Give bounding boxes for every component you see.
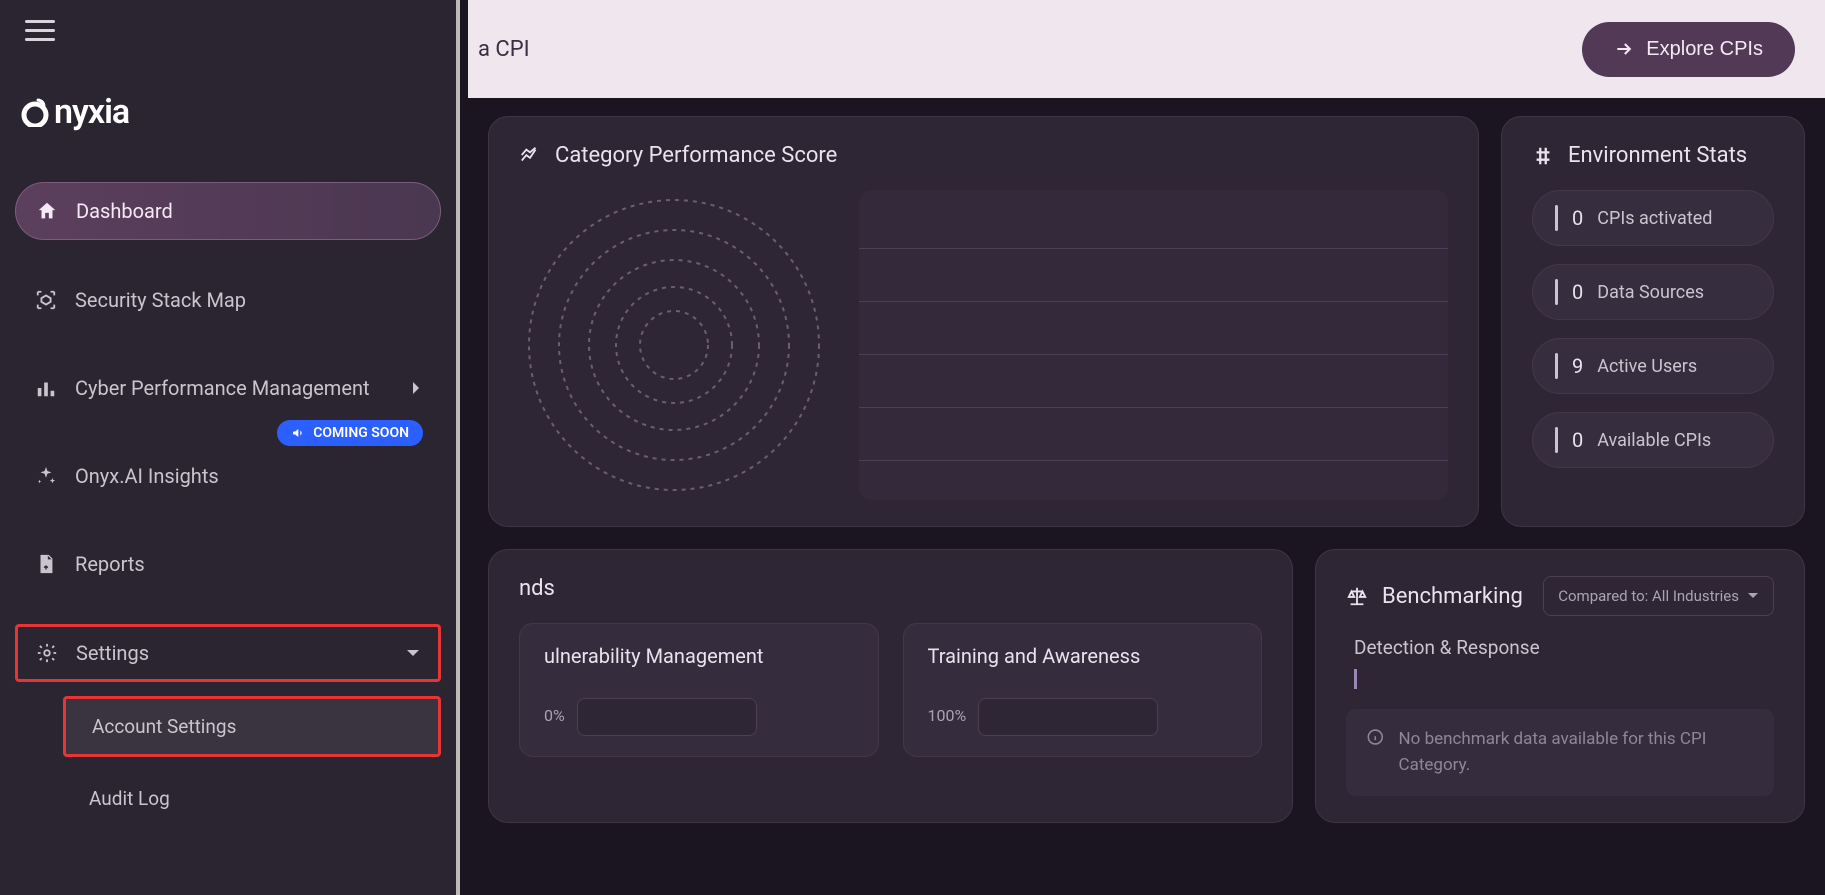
card-title: Benchmarking xyxy=(1346,584,1523,609)
stat-available-cpis[interactable]: 0 Available CPIs xyxy=(1532,412,1774,468)
top-bar-text: a CPI xyxy=(478,37,530,62)
explore-cpis-button[interactable]: Explore CPIs xyxy=(1582,22,1795,77)
environment-stats-card: Environment Stats 0 CPIs activated 0 Dat… xyxy=(1501,116,1805,527)
sidebar-item-dashboard[interactable]: Dashboard xyxy=(15,182,441,240)
sidebar-item-label: Onyx.AI Insights xyxy=(75,464,219,488)
benchmark-compare-dropdown[interactable]: Compared to: All Industries xyxy=(1543,576,1774,616)
sidebar-item-cyber-performance[interactable]: Cyber Performance Management xyxy=(15,360,441,416)
logo-text: nyxia xyxy=(54,92,129,132)
logo: nyxia xyxy=(20,92,441,132)
trends-card: nds ulnerability Management 0% Training … xyxy=(488,549,1293,823)
trend-tile-vulnerability[interactable]: ulnerability Management 0% xyxy=(519,623,879,757)
sidebar-item-stack-map[interactable]: Security Stack Map xyxy=(15,272,441,328)
mini-chart-placeholder xyxy=(978,698,1158,736)
sidebar-item-reports[interactable]: Reports xyxy=(15,536,441,592)
card-title: Environment Stats xyxy=(1532,143,1774,168)
sidebar-item-label: Cyber Performance Management xyxy=(75,376,370,400)
mini-chart-placeholder xyxy=(577,698,757,736)
cursor-indicator xyxy=(1354,669,1357,689)
top-bar: a CPI Explore CPIs xyxy=(468,0,1825,98)
coming-soon-badge: COMING SOON xyxy=(277,420,423,446)
sidebar-item-label: Dashboard xyxy=(76,199,173,223)
info-icon xyxy=(1366,727,1385,747)
sidebar-subitem-audit-log[interactable]: Audit Log xyxy=(63,771,441,826)
arrow-right-icon xyxy=(1614,39,1634,59)
trend-tile-training[interactable]: Training and Awareness 100% xyxy=(903,623,1263,757)
benchmarking-card: Benchmarking Compared to: All Industries… xyxy=(1315,549,1805,823)
sidebar-subitem-account-settings[interactable]: Account Settings xyxy=(63,696,441,757)
card-title: Category Performance Score xyxy=(519,143,1448,168)
stat-active-users[interactable]: 9 Active Users xyxy=(1532,338,1774,394)
document-icon xyxy=(35,553,57,575)
sidebar-item-settings[interactable]: Settings xyxy=(18,627,438,679)
sidebar-item-insights[interactable]: Onyx.AI Insights COMING SOON xyxy=(15,448,441,504)
chevron-right-icon xyxy=(411,381,421,395)
highlight-settings: Settings xyxy=(15,624,441,682)
main-content: a CPI Explore CPIs Category Performance … xyxy=(468,0,1825,895)
home-icon xyxy=(36,200,58,222)
hash-icon xyxy=(1532,145,1554,167)
cube-scan-icon xyxy=(35,289,57,311)
benchmark-subtitle: Detection & Response xyxy=(1346,636,1774,659)
performance-score-card: Category Performance Score xyxy=(488,116,1479,527)
logo-mark-icon xyxy=(20,97,50,127)
radial-chart-placeholder xyxy=(519,190,829,500)
sidebar-item-label: Settings xyxy=(76,641,149,665)
sidebar-subitem-label: Account Settings xyxy=(92,715,236,738)
chevron-down-icon xyxy=(406,648,420,658)
sidebar-item-label: Security Stack Map xyxy=(75,288,246,312)
trend-icon xyxy=(519,145,541,167)
sidebar: nyxia Dashboard Security Stack Map Cyber… xyxy=(0,0,460,895)
stat-data-sources[interactable]: 0 Data Sources xyxy=(1532,264,1774,320)
legend-placeholder xyxy=(859,190,1448,500)
scale-icon xyxy=(1346,585,1368,607)
sidebar-subitem-label: Audit Log xyxy=(89,787,170,810)
sidebar-item-label: Reports xyxy=(75,552,145,576)
benchmark-empty-state: No benchmark data available for this CPI… xyxy=(1346,709,1774,796)
megaphone-icon xyxy=(291,425,307,441)
card-title: nds xyxy=(519,576,1262,601)
chevron-down-icon xyxy=(1747,592,1759,600)
gear-icon xyxy=(36,642,58,664)
sparkles-icon xyxy=(35,465,57,487)
bar-chart-icon xyxy=(35,377,57,399)
stat-cpis-activated[interactable]: 0 CPIs activated xyxy=(1532,190,1774,246)
hamburger-menu-icon[interactable] xyxy=(25,20,55,42)
